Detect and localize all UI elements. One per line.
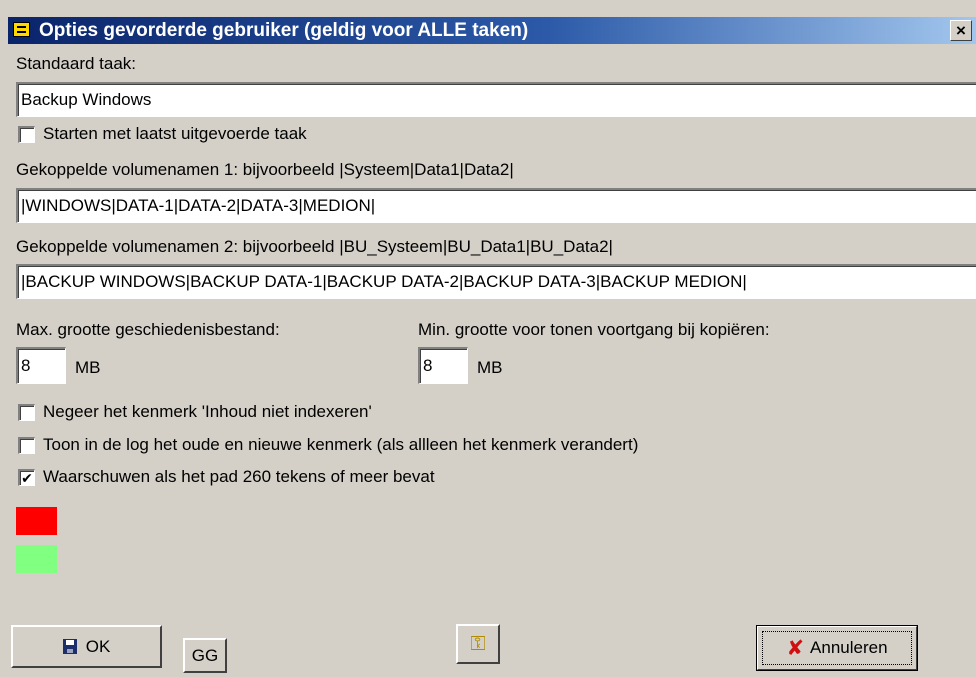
window-icon <box>13 22 30 37</box>
volumes2-input[interactable]: |BACKUP WINDOWS|BACKUP DATA-1|BACKUP DAT… <box>16 264 976 299</box>
ignore-index-attribute-label: Negeer het kenmerk 'Inhoud niet indexere… <box>43 402 372 421</box>
key-icon: ⚿ <box>470 633 486 655</box>
history-size-label: Max. grootte geschiedenisbestand: <box>16 320 280 339</box>
gg-button-label: GG <box>191 645 219 665</box>
warn-long-path-checkbox[interactable]: ✔ <box>18 469 35 486</box>
ok-button[interactable]: OK <box>11 625 162 668</box>
history-size-unit: MB <box>75 358 101 377</box>
focus-ring <box>762 631 912 665</box>
progress-size-input[interactable]: 8 <box>418 347 468 384</box>
volumes2-label: Gekoppelde volumenamen 2: bijvoorbeeld |… <box>16 237 613 256</box>
red-color-swatch[interactable] <box>16 507 57 535</box>
save-disk-icon <box>62 639 77 654</box>
history-size-input[interactable]: 8 <box>16 347 66 384</box>
close-button[interactable]: × <box>950 20 972 41</box>
volumes1-input[interactable]: |WINDOWS|DATA-1|DATA-2|DATA-3|MEDION| <box>16 188 976 223</box>
start-last-task-checkbox[interactable] <box>18 126 35 143</box>
green-color-swatch[interactable] <box>16 545 57 573</box>
window-title: Opties gevorderde gebruiker (geldig voor… <box>39 20 529 41</box>
start-last-task-label: Starten met laatst uitgevoerde taak <box>43 124 307 143</box>
volumes1-label: Gekoppelde volumenamen 1: bijvoorbeeld |… <box>16 160 514 179</box>
help-button[interactable]: ⚿ <box>456 624 500 664</box>
progress-size-unit: MB <box>477 358 503 377</box>
standard-task-input[interactable]: Backup Windows <box>16 82 976 117</box>
cancel-button[interactable]: ✘ Annuleren <box>756 625 918 671</box>
ok-button-label: OK <box>85 636 111 656</box>
log-attribute-change-label: Toon in de log het oude en nieuwe kenmer… <box>43 435 639 454</box>
ignore-index-attribute-checkbox[interactable] <box>18 404 35 421</box>
gg-button[interactable]: GG <box>183 638 227 673</box>
warn-long-path-label: Waarschuwen als het pad 260 tekens of me… <box>43 467 435 486</box>
progress-size-label: Min. grootte voor tonen voortgang bij ko… <box>418 320 770 339</box>
standard-task-label: Standaard taak: <box>16 54 137 73</box>
options-dialog: Opties gevorderde gebruiker (geldig voor… <box>0 0 976 677</box>
title-bar[interactable]: Opties gevorderde gebruiker (geldig voor… <box>8 17 976 44</box>
log-attribute-change-checkbox[interactable] <box>18 437 35 454</box>
